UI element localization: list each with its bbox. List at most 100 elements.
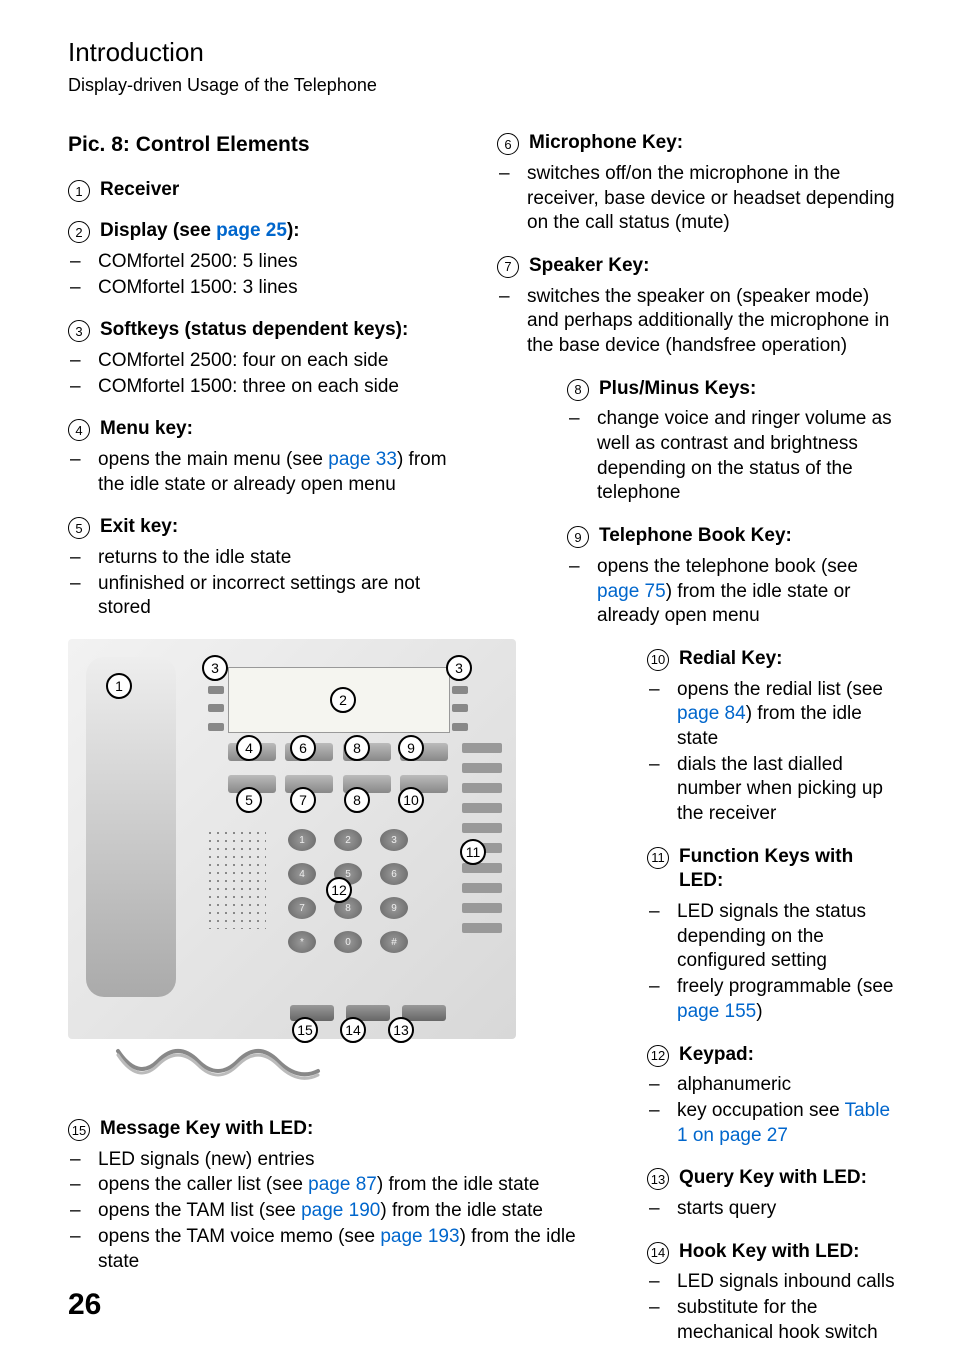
list-item: – opens the main menu (see page 33) from… <box>68 448 467 497</box>
item-label: Hook Key with LED: <box>679 1240 860 1265</box>
link-page-190[interactable]: page 190 <box>301 1200 380 1221</box>
callout-num: 8 <box>567 379 589 401</box>
bottom-buttons <box>290 1005 446 1021</box>
item-label: Redial Key: <box>679 647 782 672</box>
speaker-grille <box>206 829 266 929</box>
figure-callout-14: 14 <box>340 1017 366 1043</box>
item-speaker-key: 7 Speaker Key: <box>497 254 896 279</box>
text: starts query <box>677 1197 896 1222</box>
figure-callout-2: 2 <box>330 687 356 713</box>
text: opens the TAM list (see <box>98 1200 301 1221</box>
item-label: Query Key with LED: <box>679 1166 867 1191</box>
link-page-75[interactable]: page 75 <box>597 581 666 602</box>
item-telephone-book-key: 9 Telephone Book Key: <box>567 524 896 549</box>
text: opens the TAM voice memo (see <box>98 1226 380 1247</box>
text: opens the redial list (see <box>677 679 883 700</box>
list-item: –COMfortel 1500: 3 lines <box>68 276 467 301</box>
text: change voice and ringer volume as well a… <box>597 407 896 506</box>
handset-cord <box>108 1041 328 1097</box>
item-label: Telephone Book Key: <box>599 524 792 549</box>
list-item: –returns to the idle state <box>68 546 467 571</box>
callout-num: 3 <box>68 320 90 342</box>
function-keys <box>462 743 502 933</box>
list-item: –COMfortel 1500: three on each side <box>68 375 467 400</box>
text: ) <box>756 1001 762 1022</box>
text: switches the speaker on (speaker mode) a… <box>527 285 896 359</box>
text: COMfortel 2500: four on each side <box>98 349 467 374</box>
callout-num: 11 <box>647 847 669 869</box>
text: opens the redial list (see page 84) from… <box>677 678 896 752</box>
figure-callout-6: 6 <box>290 735 316 761</box>
text: key occupation see <box>677 1100 845 1121</box>
item-label: Function Keys with LED: <box>679 845 896 894</box>
text: opens the main menu (see <box>98 449 328 470</box>
text: COMfortel 2500: 5 lines <box>98 250 467 275</box>
page-number: 26 <box>68 1285 101 1324</box>
text: key occupation see Table 1 on page 27 <box>677 1099 896 1148</box>
link-page-155[interactable]: page 155 <box>677 1001 756 1022</box>
right-column: 6 Microphone Key: –switches off/on the m… <box>497 131 896 1363</box>
list-item: –change voice and ringer volume as well … <box>567 407 896 506</box>
callout-num: 9 <box>567 526 589 548</box>
link-page-25[interactable]: page 25 <box>216 220 287 241</box>
callout-num: 5 <box>68 517 90 539</box>
figure-callout-3: 3 <box>202 655 228 681</box>
text: opens the caller list (see <box>98 1174 308 1195</box>
text: opens the main menu (see page 33) from t… <box>98 448 467 497</box>
figure-callout-8b: 8 <box>344 787 370 813</box>
link-page-33[interactable]: page 33 <box>328 449 397 470</box>
phone-body: 123 456 789 *0# 1 <box>68 639 516 1039</box>
list-item: –alphanumeric <box>647 1073 896 1098</box>
callout-num: 2 <box>68 221 90 243</box>
callout-num: 15 <box>68 1119 90 1141</box>
text: opens the telephone book (see <box>597 556 858 577</box>
figure-callout-1: 1 <box>106 673 132 699</box>
text: ): <box>287 220 300 241</box>
link-page-193[interactable]: page 193 <box>380 1226 459 1247</box>
item-label: Menu key: <box>100 417 193 442</box>
item-label: Message Key with LED: <box>100 1117 313 1142</box>
item-label: Softkeys (status dependent keys): <box>100 318 408 343</box>
left-column: Pic. 8: Control Elements 1 Receiver 2 Di… <box>68 131 467 1363</box>
text: unfinished or incorrect settings are not… <box>98 572 467 621</box>
figure-callout-8: 8 <box>344 735 370 761</box>
text: freely programmable (see page 155) <box>677 975 896 1024</box>
item-function-keys: 11 Function Keys with LED: <box>647 845 896 894</box>
list-item: –unfinished or incorrect settings are no… <box>68 572 467 621</box>
list-item: – key occupation see Table 1 on page 27 <box>647 1099 896 1148</box>
handset <box>86 657 176 997</box>
link-page-84[interactable]: page 84 <box>677 703 746 724</box>
figure-callout-4: 4 <box>236 735 262 761</box>
text: COMfortel 1500: 3 lines <box>98 276 467 301</box>
figure-callout-9: 9 <box>398 735 424 761</box>
figure-callout-7: 7 <box>290 787 316 813</box>
callout-num: 7 <box>497 256 519 278</box>
columns: Pic. 8: Control Elements 1 Receiver 2 Di… <box>68 131 896 1363</box>
item-label: Receiver <box>100 178 179 203</box>
item-exit-key: 5 Exit key: <box>68 515 467 540</box>
item-label: Plus/Minus Keys: <box>599 377 756 402</box>
list-item: –substitute for the mechanical hook swit… <box>647 1296 896 1345</box>
text: freely programmable (see <box>677 976 893 997</box>
item-label: Exit key: <box>100 515 178 540</box>
item-plus-minus-keys: 8 Plus/Minus Keys: <box>567 377 896 402</box>
text: COMfortel 1500: three on each side <box>98 375 467 400</box>
text: Display (see <box>100 220 216 241</box>
list-item: – freely programmable (see page 155) <box>647 975 896 1024</box>
text: LED signals the status depend­ing on the… <box>677 900 896 974</box>
figure-callout-3b: 3 <box>446 655 472 681</box>
link-page-87[interactable]: page 87 <box>308 1174 377 1195</box>
text: alphanumeric <box>677 1073 896 1098</box>
item-softkeys: 3 Softkeys (status dependent keys): <box>68 318 467 343</box>
figure-callout-12: 12 <box>326 877 352 903</box>
callout-num: 4 <box>68 419 90 441</box>
callout-num: 14 <box>647 1242 669 1264</box>
figure-callout-5: 5 <box>236 787 262 813</box>
item-redial-key: 10 Redial Key: <box>647 647 896 672</box>
callout-num: 12 <box>647 1045 669 1067</box>
text: switches off/on the microphone in the re… <box>527 162 896 236</box>
figure-callout-13: 13 <box>388 1017 414 1043</box>
figure-callout-10: 10 <box>398 787 424 813</box>
list-item: –LED signals the status depend­ing on th… <box>647 900 896 974</box>
list-item: –COMfortel 2500: 5 lines <box>68 250 467 275</box>
